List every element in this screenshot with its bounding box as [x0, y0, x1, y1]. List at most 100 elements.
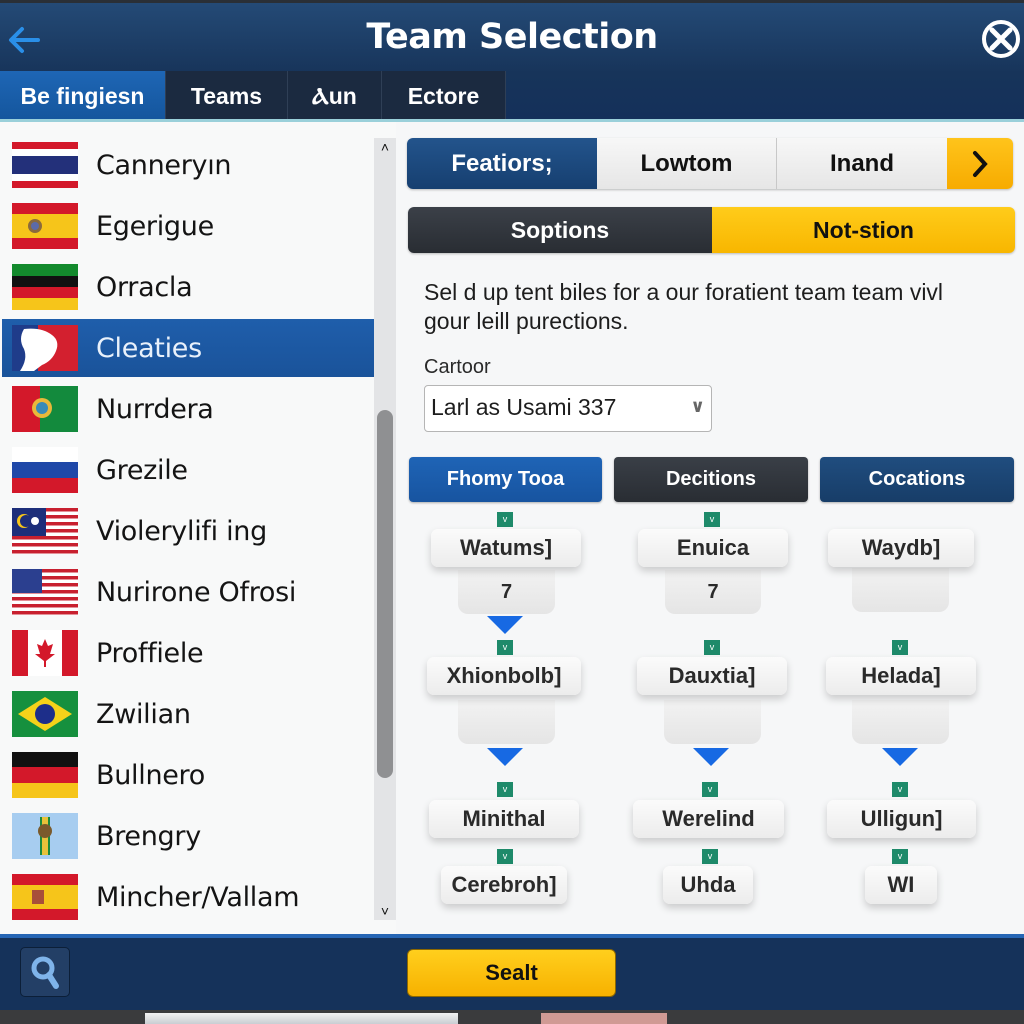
chevron-down-icon: ∨: [690, 396, 705, 416]
list-item-label: Violerylifi ing: [96, 515, 267, 547]
scroll-up-button[interactable]: ˄: [374, 138, 396, 156]
cartoor-select[interactable]: Larl as Usami 337 ∨: [424, 385, 712, 432]
node-cerebroh[interactable]: Cerebroh]: [441, 866, 567, 904]
node-enuica[interactable]: Enuica: [638, 529, 788, 567]
list-item[interactable]: Nurrdera: [2, 380, 374, 438]
list-item-label: Grezile: [96, 454, 188, 486]
node-sub-value: [458, 700, 555, 744]
close-button[interactable]: [980, 18, 1022, 60]
node-dauxtia[interactable]: Dauxtia]: [637, 657, 787, 695]
check-badge-icon: v: [497, 849, 513, 864]
list-scrollbar[interactable]: ˄ ˅: [374, 138, 396, 920]
flag-icon: [12, 264, 78, 310]
list-item[interactable]: Zwilian: [2, 685, 374, 743]
list-item[interactable]: Nurirone Ofrosi: [2, 563, 374, 621]
list-item-label: Nurirone Ofrosi: [96, 576, 297, 608]
flag-icon: [12, 813, 78, 859]
tab-ectore[interactable]: Ectore: [382, 71, 506, 122]
field-label: Cartoor: [424, 356, 491, 378]
node-werelind[interactable]: Werelind: [633, 800, 784, 838]
list-item-selected[interactable]: Cleaties: [2, 319, 374, 377]
flag-icon: [12, 142, 78, 188]
list-item-label: Egerigue: [96, 210, 214, 242]
list-item[interactable]: Canneryın: [2, 136, 374, 194]
flag-icon: [12, 630, 78, 676]
node-waydb[interactable]: Waydb]: [828, 529, 974, 567]
node-sub-value: [852, 568, 949, 612]
arrow-down-icon: [487, 616, 523, 634]
list-item-label: Canneryın: [96, 149, 232, 181]
close-circle-icon: [982, 20, 1020, 58]
search-icon: [31, 956, 59, 989]
flag-icon: [12, 874, 78, 920]
node-wi[interactable]: WI: [865, 866, 937, 904]
node-sub-value: 7: [665, 570, 761, 614]
node-minithal[interactable]: Minithal: [429, 800, 579, 838]
arrow-down-icon: [693, 748, 729, 766]
scroll-down-button[interactable]: ˅: [374, 902, 396, 920]
check-badge-icon: v: [892, 640, 908, 655]
node-sub-value: 7: [458, 570, 555, 614]
footer-bar: Sealt: [0, 938, 1024, 1010]
list-item-label: Zwilian: [96, 698, 191, 730]
check-badge-icon: v: [704, 640, 720, 655]
node-sub-value: [852, 700, 949, 744]
check-badge-icon: v: [892, 849, 908, 864]
flag-icon: [12, 447, 78, 493]
check-badge-icon: v: [702, 782, 718, 797]
taskbar-window-1[interactable]: [145, 1013, 458, 1024]
list-item[interactable]: Bullnero: [2, 746, 374, 804]
list-item[interactable]: Mincher/Vallam: [2, 868, 374, 926]
flag-icon: [12, 508, 78, 554]
node-watums[interactable]: Watums]: [431, 529, 581, 567]
node-ulligun[interactable]: Ulligun]: [827, 800, 976, 838]
list-item-label: Orracla: [96, 271, 193, 303]
search-button[interactable]: [20, 947, 70, 997]
arrow-down-icon: [487, 748, 523, 766]
tab-bar: Be fingiesn Teams Ⲁun Ectore: [0, 71, 506, 122]
team-list: Canneryın Egerigue Orracla Cleaties Nurr…: [0, 122, 396, 934]
scroll-thumb[interactable]: [377, 410, 393, 778]
list-item[interactable]: Brengry: [2, 807, 374, 865]
segment-lowtom[interactable]: Lowtom: [597, 138, 777, 189]
list-item[interactable]: Violerylifi ing: [2, 502, 374, 560]
node-sub-value: [664, 700, 761, 744]
segment-featiors[interactable]: Featiors;: [407, 138, 597, 189]
list-item-label: Cleaties: [96, 332, 202, 364]
header-bar: Team Selection Be fingiesn Teams Ⲁun Ect…: [0, 0, 1024, 122]
flag-icon: [12, 569, 78, 615]
page-title: Team Selection: [366, 17, 658, 57]
node-xhionbolb[interactable]: Xhionbolb]: [427, 657, 581, 695]
node-uhda[interactable]: Uhda: [663, 866, 753, 904]
flag-icon: [12, 203, 78, 249]
flag-icon: [12, 325, 78, 371]
list-item-label: Mincher/Vallam: [96, 881, 300, 913]
tab-be-fingiesn[interactable]: Be fingiesn: [0, 71, 166, 122]
list-item-label: Proffiele: [96, 637, 204, 669]
description-text: Sel d up tent biles for a our foratient …: [424, 279, 944, 334]
flag-icon: [12, 691, 78, 737]
list-item[interactable]: Egerigue: [2, 197, 374, 255]
node-helada[interactable]: Helada]: [826, 657, 976, 695]
check-badge-icon: v: [704, 512, 720, 527]
list-item[interactable]: Grezile: [2, 441, 374, 499]
list-item-label: Brengry: [96, 820, 201, 852]
column-header-cocations[interactable]: Cocations: [820, 457, 1014, 502]
taskbar-window-2[interactable]: [541, 1013, 667, 1024]
segment-soptions[interactable]: Soptions: [408, 207, 712, 253]
sealt-button[interactable]: Sealt: [407, 949, 616, 997]
next-button[interactable]: [947, 138, 1013, 189]
list-item[interactable]: Orracla: [2, 258, 374, 316]
tab-run[interactable]: Ⲁun: [288, 71, 382, 122]
tab-teams[interactable]: Teams: [166, 71, 288, 122]
column-header-decitions[interactable]: Decitions: [614, 457, 808, 502]
check-badge-icon: v: [497, 640, 513, 655]
list-item-label: Bullnero: [96, 759, 205, 791]
segment-not-stion[interactable]: Not-stion: [712, 207, 1015, 253]
segment-inand[interactable]: Inand: [777, 138, 947, 189]
primary-segmented-control: Featiors; Lowtom Inand: [407, 138, 1013, 189]
os-taskbar: [0, 1010, 1024, 1024]
list-item[interactable]: Proffiele: [2, 624, 374, 682]
column-header-fhomy-tooa[interactable]: Fhomy Tooa: [409, 457, 602, 502]
check-badge-icon: v: [702, 849, 718, 864]
